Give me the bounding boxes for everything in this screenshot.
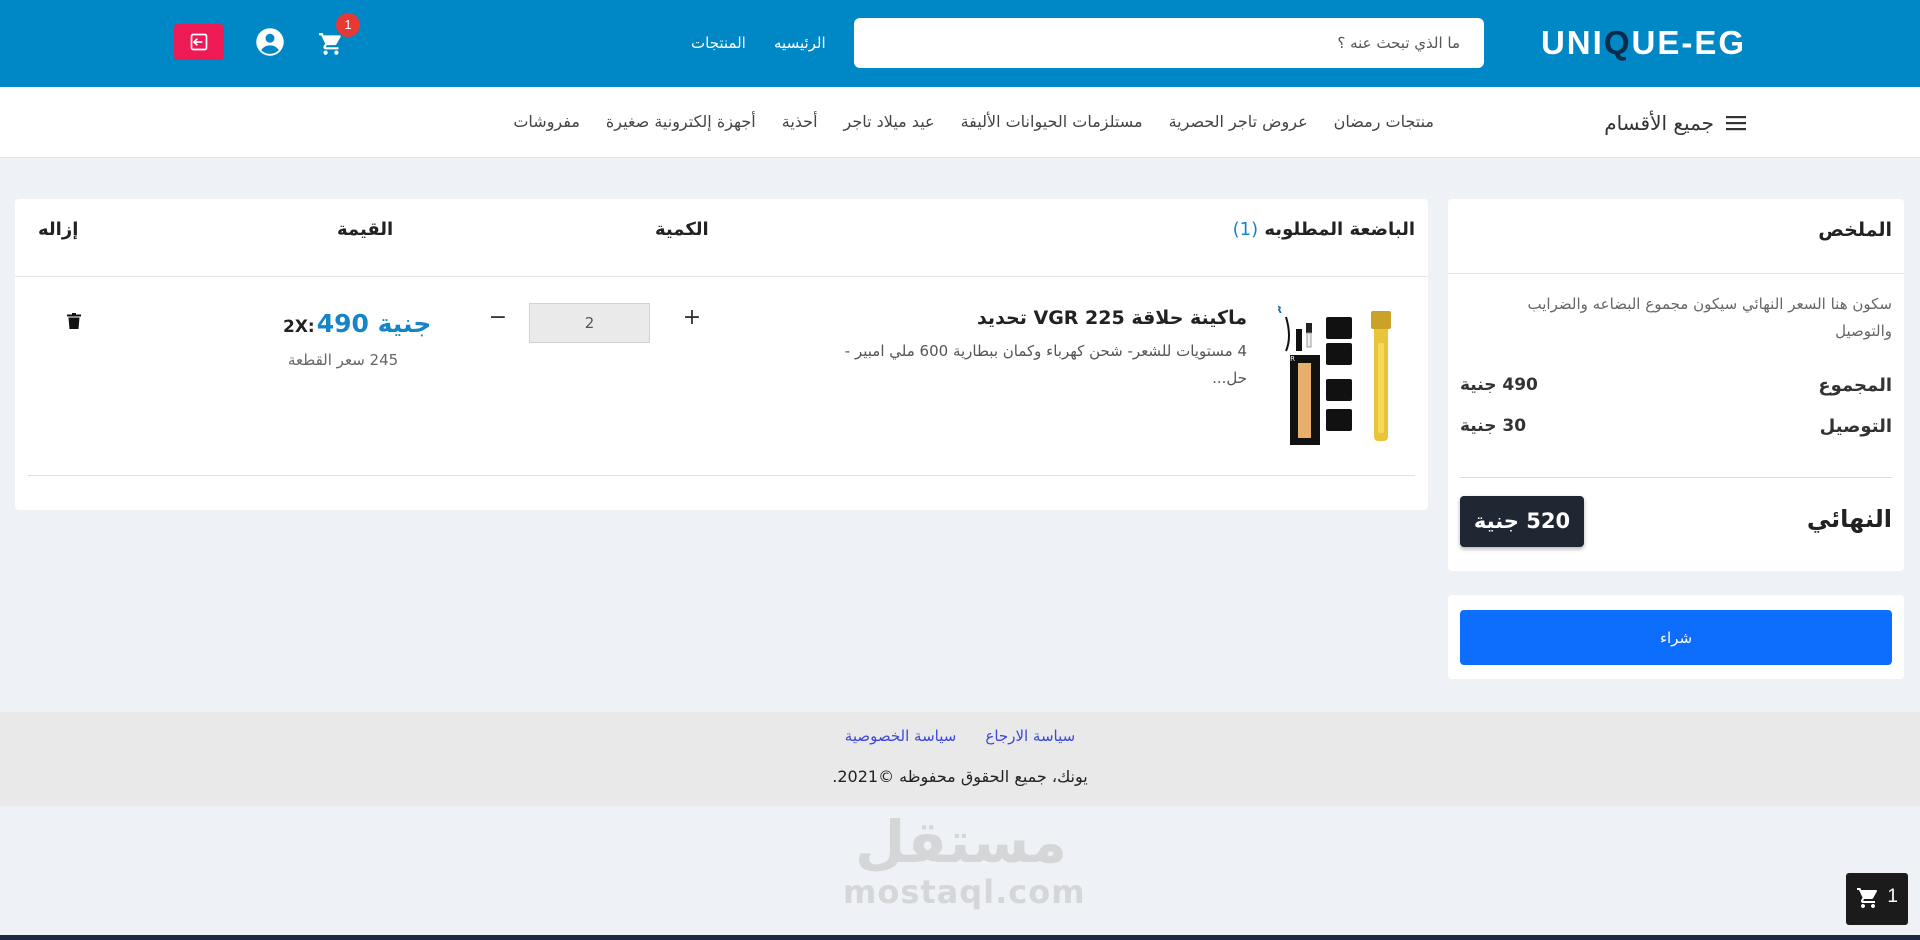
shipping-row: التوصيل 30 جنية (1460, 416, 1892, 437)
floating-cart-button[interactable]: 1 (1846, 873, 1908, 925)
header-divider (15, 276, 1428, 277)
line-total: 2X: 490 جنية (283, 309, 431, 338)
decrease-qty-button[interactable]: − (483, 303, 513, 333)
all-categories-label: جميع الأقسام (1604, 111, 1714, 135)
buy-button[interactable]: شراء (1460, 610, 1892, 665)
summary-title: الملخص (1818, 219, 1892, 241)
logout-button[interactable] (174, 24, 224, 60)
product-image[interactable]: VGR VGR (1278, 303, 1403, 446)
cart-item-count: (1) (1232, 219, 1259, 240)
category-bar: جميع الأقسام منتجات رمضان عروض تاجر الحص… (0, 87, 1920, 158)
category-item[interactable]: أجهزة إلكترونية صغيرة (606, 112, 756, 131)
category-item[interactable]: مستلزمات الحيوانات الأليفة (961, 112, 1143, 131)
column-header-price: القيمة (337, 219, 394, 240)
cart-count-badge: 1 (336, 13, 360, 37)
copyright-text: يونك، جميع الحقوق محفوظه ©2021. (832, 767, 1088, 786)
return-policy-link[interactable]: سياسة الارجاع (985, 727, 1075, 745)
top-navbar: UNIQUE-EG الرئيسيه المنتجات 1 (0, 0, 1920, 87)
column-header-item: الباضعة المطلوبه (1) (1232, 219, 1415, 240)
summary-description: سكون هنا السعر النهائي سيكون مجموع البضا… (1527, 295, 1892, 340)
unit-price: 245 سعر القطعة (288, 351, 399, 369)
footer-links: سياسة الارجاع سياسة الخصوصية (0, 726, 1920, 745)
summary-divider-bottom (1460, 477, 1892, 478)
svg-text:VGR: VGR (1280, 355, 1295, 363)
product-name[interactable]: ماكينة حلاقة VGR 225 تحديد (977, 307, 1247, 329)
trash-icon[interactable] (67, 313, 81, 329)
footer: سياسة الارجاع سياسة الخصوصية يونك، جميع … (0, 712, 1920, 806)
bottom-edge-bar (0, 935, 1920, 940)
order-summary: الملخص سكون هنا السعر النهائي سيكون مجمو… (1448, 199, 1904, 571)
cart-icon (1857, 888, 1877, 908)
logo[interactable]: UNIQUE-EG (1541, 24, 1746, 62)
row-divider (28, 475, 1415, 476)
increase-qty-button[interactable]: + (677, 303, 707, 333)
line-total-amount: 490 جنية (316, 309, 432, 338)
category-item[interactable]: عيد ميلاد تاجر (844, 112, 935, 131)
shipping-value: 30 جنية (1460, 416, 1527, 436)
final-total-value: 520 جنية (1460, 496, 1584, 547)
nav-home-link[interactable]: الرئيسيه (774, 34, 826, 52)
category-item[interactable]: منتجات رمضان (1334, 112, 1434, 131)
category-item[interactable]: عروض تاجر الحصرية (1169, 112, 1308, 131)
search-input[interactable] (854, 18, 1484, 68)
quantity-multiplier: 2X: (283, 317, 315, 337)
hamburger-icon (1726, 116, 1746, 131)
subtotal-row: المجموع 490 جنية (1460, 375, 1892, 396)
quantity-input[interactable] (529, 303, 650, 343)
category-list: منتجات رمضان عروض تاجر الحصرية مستلزمات … (513, 112, 1434, 131)
product-description: 4 مستويات للشعر- شحن كهرباء وكمان ببطاري… (844, 342, 1247, 387)
subtotal-label: المجموع (1818, 375, 1892, 396)
user-circle-icon[interactable] (255, 27, 285, 57)
all-categories-button[interactable]: جميع الأقسام (1604, 111, 1746, 135)
cart-icon[interactable] (318, 31, 344, 57)
category-item[interactable]: أحذية (782, 112, 818, 131)
nav-products-link[interactable]: المنتجات (691, 34, 746, 52)
subtotal-value: 490 جنية (1460, 375, 1538, 395)
watermark-logo: مستقل mostaql.com (843, 808, 1086, 911)
logout-icon (190, 33, 208, 51)
final-total-label: النهائي (1806, 505, 1892, 533)
column-header-remove: إزاله (38, 219, 79, 240)
category-item[interactable]: مفروشات (513, 112, 580, 131)
column-header-qty: الكمية (655, 219, 709, 240)
cart-table: الباضعة المطلوبه (1) الكمية القيمة إزاله… (15, 199, 1428, 510)
buy-card: شراء (1448, 595, 1904, 679)
floating-cart-count: 1 (1887, 886, 1898, 907)
shipping-label: التوصيل (1819, 416, 1892, 437)
summary-divider (1448, 273, 1904, 274)
privacy-policy-link[interactable]: سياسة الخصوصية (845, 727, 957, 745)
svg-text:VGR: VGR (1278, 305, 1282, 316)
